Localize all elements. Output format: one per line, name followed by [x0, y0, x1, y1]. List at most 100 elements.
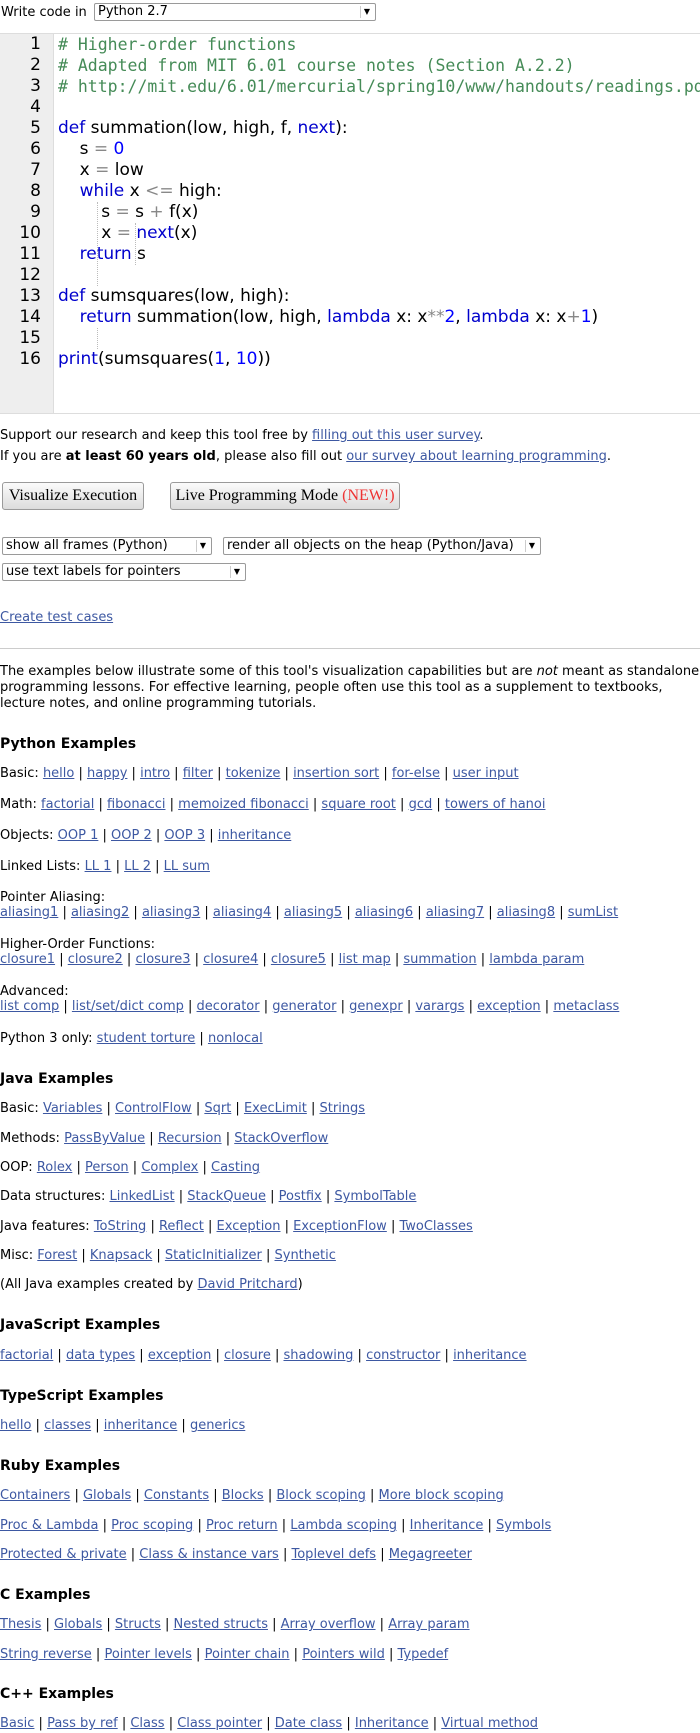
- example-link[interactable]: Postfix: [279, 1189, 322, 1204]
- example-link[interactable]: OOP 1: [58, 828, 99, 843]
- example-link[interactable]: lambda param: [489, 952, 584, 967]
- example-link[interactable]: LinkedList: [109, 1189, 174, 1204]
- code-text[interactable]: # Adapted from MIT 6.01 course notes (Se…: [58, 55, 575, 77]
- example-link[interactable]: Synthetic: [275, 1248, 336, 1263]
- example-link[interactable]: aliasing4: [213, 905, 271, 920]
- example-link[interactable]: Knapsack: [90, 1248, 152, 1263]
- code-line[interactable]: 2 # Adapted from MIT 6.01 course notes (S…: [0, 55, 700, 76]
- example-link[interactable]: insertion sort: [293, 766, 379, 781]
- example-link[interactable]: hello: [43, 766, 74, 781]
- code-text[interactable]: print(sumsquares(1, 10)): [58, 349, 271, 370]
- code-text[interactable]: return s: [58, 244, 146, 265]
- example-link[interactable]: user input: [453, 766, 519, 781]
- example-link[interactable]: Casting: [211, 1160, 260, 1175]
- example-link[interactable]: intro: [140, 766, 170, 781]
- example-link[interactable]: student torture: [97, 1031, 196, 1046]
- example-link[interactable]: Pointer levels: [104, 1647, 191, 1662]
- example-link[interactable]: Sqrt: [204, 1101, 231, 1116]
- example-link[interactable]: Lambda scoping: [290, 1518, 397, 1533]
- code-text[interactable]: def summation(low, high, f, next):: [58, 118, 348, 139]
- example-link[interactable]: Virtual method: [441, 1716, 538, 1731]
- example-link[interactable]: closure5: [271, 952, 326, 967]
- code-line[interactable]: 15: [0, 328, 700, 349]
- frames-select[interactable]: show all frames (Python) ▼: [2, 537, 212, 555]
- example-link[interactable]: Variables: [43, 1101, 102, 1116]
- example-link[interactable]: gcd: [409, 797, 433, 812]
- example-link[interactable]: inheritance: [453, 1348, 527, 1363]
- example-link[interactable]: factorial: [0, 1348, 53, 1363]
- example-link[interactable]: StackQueue: [187, 1189, 266, 1204]
- example-link[interactable]: Globals: [83, 1488, 131, 1503]
- visualize-execution-button[interactable]: Visualize Execution: [2, 482, 144, 510]
- example-link[interactable]: Symbols: [496, 1518, 551, 1533]
- example-link[interactable]: inheritance: [218, 828, 292, 843]
- code-line[interactable]: 5 def summation(low, high, f, next):: [0, 118, 700, 139]
- example-link[interactable]: varargs: [415, 999, 464, 1014]
- example-link[interactable]: inheritance: [104, 1418, 178, 1433]
- code-line[interactable]: 11 return s: [0, 244, 700, 265]
- code-editor[interactable]: 1 # Higher-order functions 2 # Adapted from…: [0, 33, 700, 414]
- example-link[interactable]: nonlocal: [208, 1031, 263, 1046]
- example-link[interactable]: LL 1: [85, 859, 112, 874]
- example-link[interactable]: list comp: [0, 999, 59, 1014]
- example-link[interactable]: LL sum: [164, 859, 210, 874]
- example-link[interactable]: factorial: [41, 797, 94, 812]
- example-link[interactable]: Basic: [0, 1716, 34, 1731]
- example-link[interactable]: sumList: [568, 905, 618, 920]
- example-link[interactable]: aliasing1: [0, 905, 58, 920]
- example-link[interactable]: Proc & Lambda: [0, 1518, 99, 1533]
- example-link[interactable]: More block scoping: [379, 1488, 504, 1503]
- example-link[interactable]: Class pointer: [177, 1716, 262, 1731]
- code-line[interactable]: 14 return summation(low, high, lambda x:…: [0, 307, 700, 328]
- example-link[interactable]: aliasing7: [426, 905, 484, 920]
- code-line[interactable]: 1 # Higher-order functions: [0, 34, 700, 55]
- example-link[interactable]: exception: [477, 999, 541, 1014]
- create-test-cases-link[interactable]: Create test cases: [0, 610, 113, 625]
- example-link[interactable]: aliasing6: [355, 905, 413, 920]
- example-link[interactable]: Exception: [217, 1219, 281, 1234]
- example-link[interactable]: happy: [87, 766, 127, 781]
- code-text[interactable]: # Higher-order functions: [58, 34, 296, 56]
- example-link[interactable]: Megagreeter: [389, 1547, 472, 1562]
- example-link[interactable]: Complex: [141, 1160, 198, 1175]
- code-line[interactable]: 8 while x <= high:: [0, 181, 700, 202]
- example-link[interactable]: data types: [66, 1348, 135, 1363]
- example-link[interactable]: StackOverflow: [234, 1131, 328, 1146]
- david-pritchard-link[interactable]: David Pritchard: [198, 1277, 298, 1292]
- example-link[interactable]: Typedef: [397, 1647, 448, 1662]
- example-link[interactable]: list map: [339, 952, 391, 967]
- example-link[interactable]: closure3: [135, 952, 190, 967]
- example-link[interactable]: for-else: [392, 766, 440, 781]
- example-link[interactable]: Pointers wild: [302, 1647, 385, 1662]
- example-link[interactable]: Nested structs: [174, 1617, 268, 1632]
- example-link[interactable]: Proc return: [206, 1518, 278, 1533]
- example-link[interactable]: Array overflow: [281, 1617, 376, 1632]
- example-link[interactable]: Proc scoping: [111, 1518, 193, 1533]
- example-link[interactable]: closure2: [68, 952, 123, 967]
- example-link[interactable]: exception: [148, 1348, 212, 1363]
- code-line[interactable]: 6 s = 0: [0, 139, 700, 160]
- example-link[interactable]: constructor: [366, 1348, 440, 1363]
- example-link[interactable]: Blocks: [222, 1488, 264, 1503]
- example-link[interactable]: Inheritance: [355, 1716, 429, 1731]
- language-select[interactable]: Python 2.7 ▼: [94, 3, 376, 21]
- example-link[interactable]: SymbolTable: [334, 1189, 416, 1204]
- example-link[interactable]: ControlFlow: [115, 1101, 192, 1116]
- example-link[interactable]: aliasing5: [284, 905, 342, 920]
- learning-survey-link[interactable]: our survey about learning programming: [346, 449, 607, 464]
- pointers-select[interactable]: use text labels for pointers ▼: [2, 563, 246, 581]
- example-link[interactable]: closure1: [0, 952, 55, 967]
- example-link[interactable]: Array param: [388, 1617, 469, 1632]
- code-text[interactable]: while x <= high:: [58, 181, 222, 202]
- example-link[interactable]: OOP 3: [164, 828, 205, 843]
- example-link[interactable]: aliasing2: [71, 905, 129, 920]
- example-link[interactable]: ToString: [94, 1219, 146, 1234]
- example-link[interactable]: closure: [224, 1348, 271, 1363]
- code-text[interactable]: x = low: [58, 160, 144, 181]
- example-link[interactable]: memoized fibonacci: [178, 797, 309, 812]
- example-link[interactable]: Person: [85, 1160, 129, 1175]
- code-text[interactable]: def sumsquares(low, high):: [58, 286, 290, 307]
- code-text[interactable]: s = s + f(x): [58, 202, 198, 223]
- example-link[interactable]: summation: [403, 952, 476, 967]
- example-link[interactable]: Pass by ref: [47, 1716, 118, 1731]
